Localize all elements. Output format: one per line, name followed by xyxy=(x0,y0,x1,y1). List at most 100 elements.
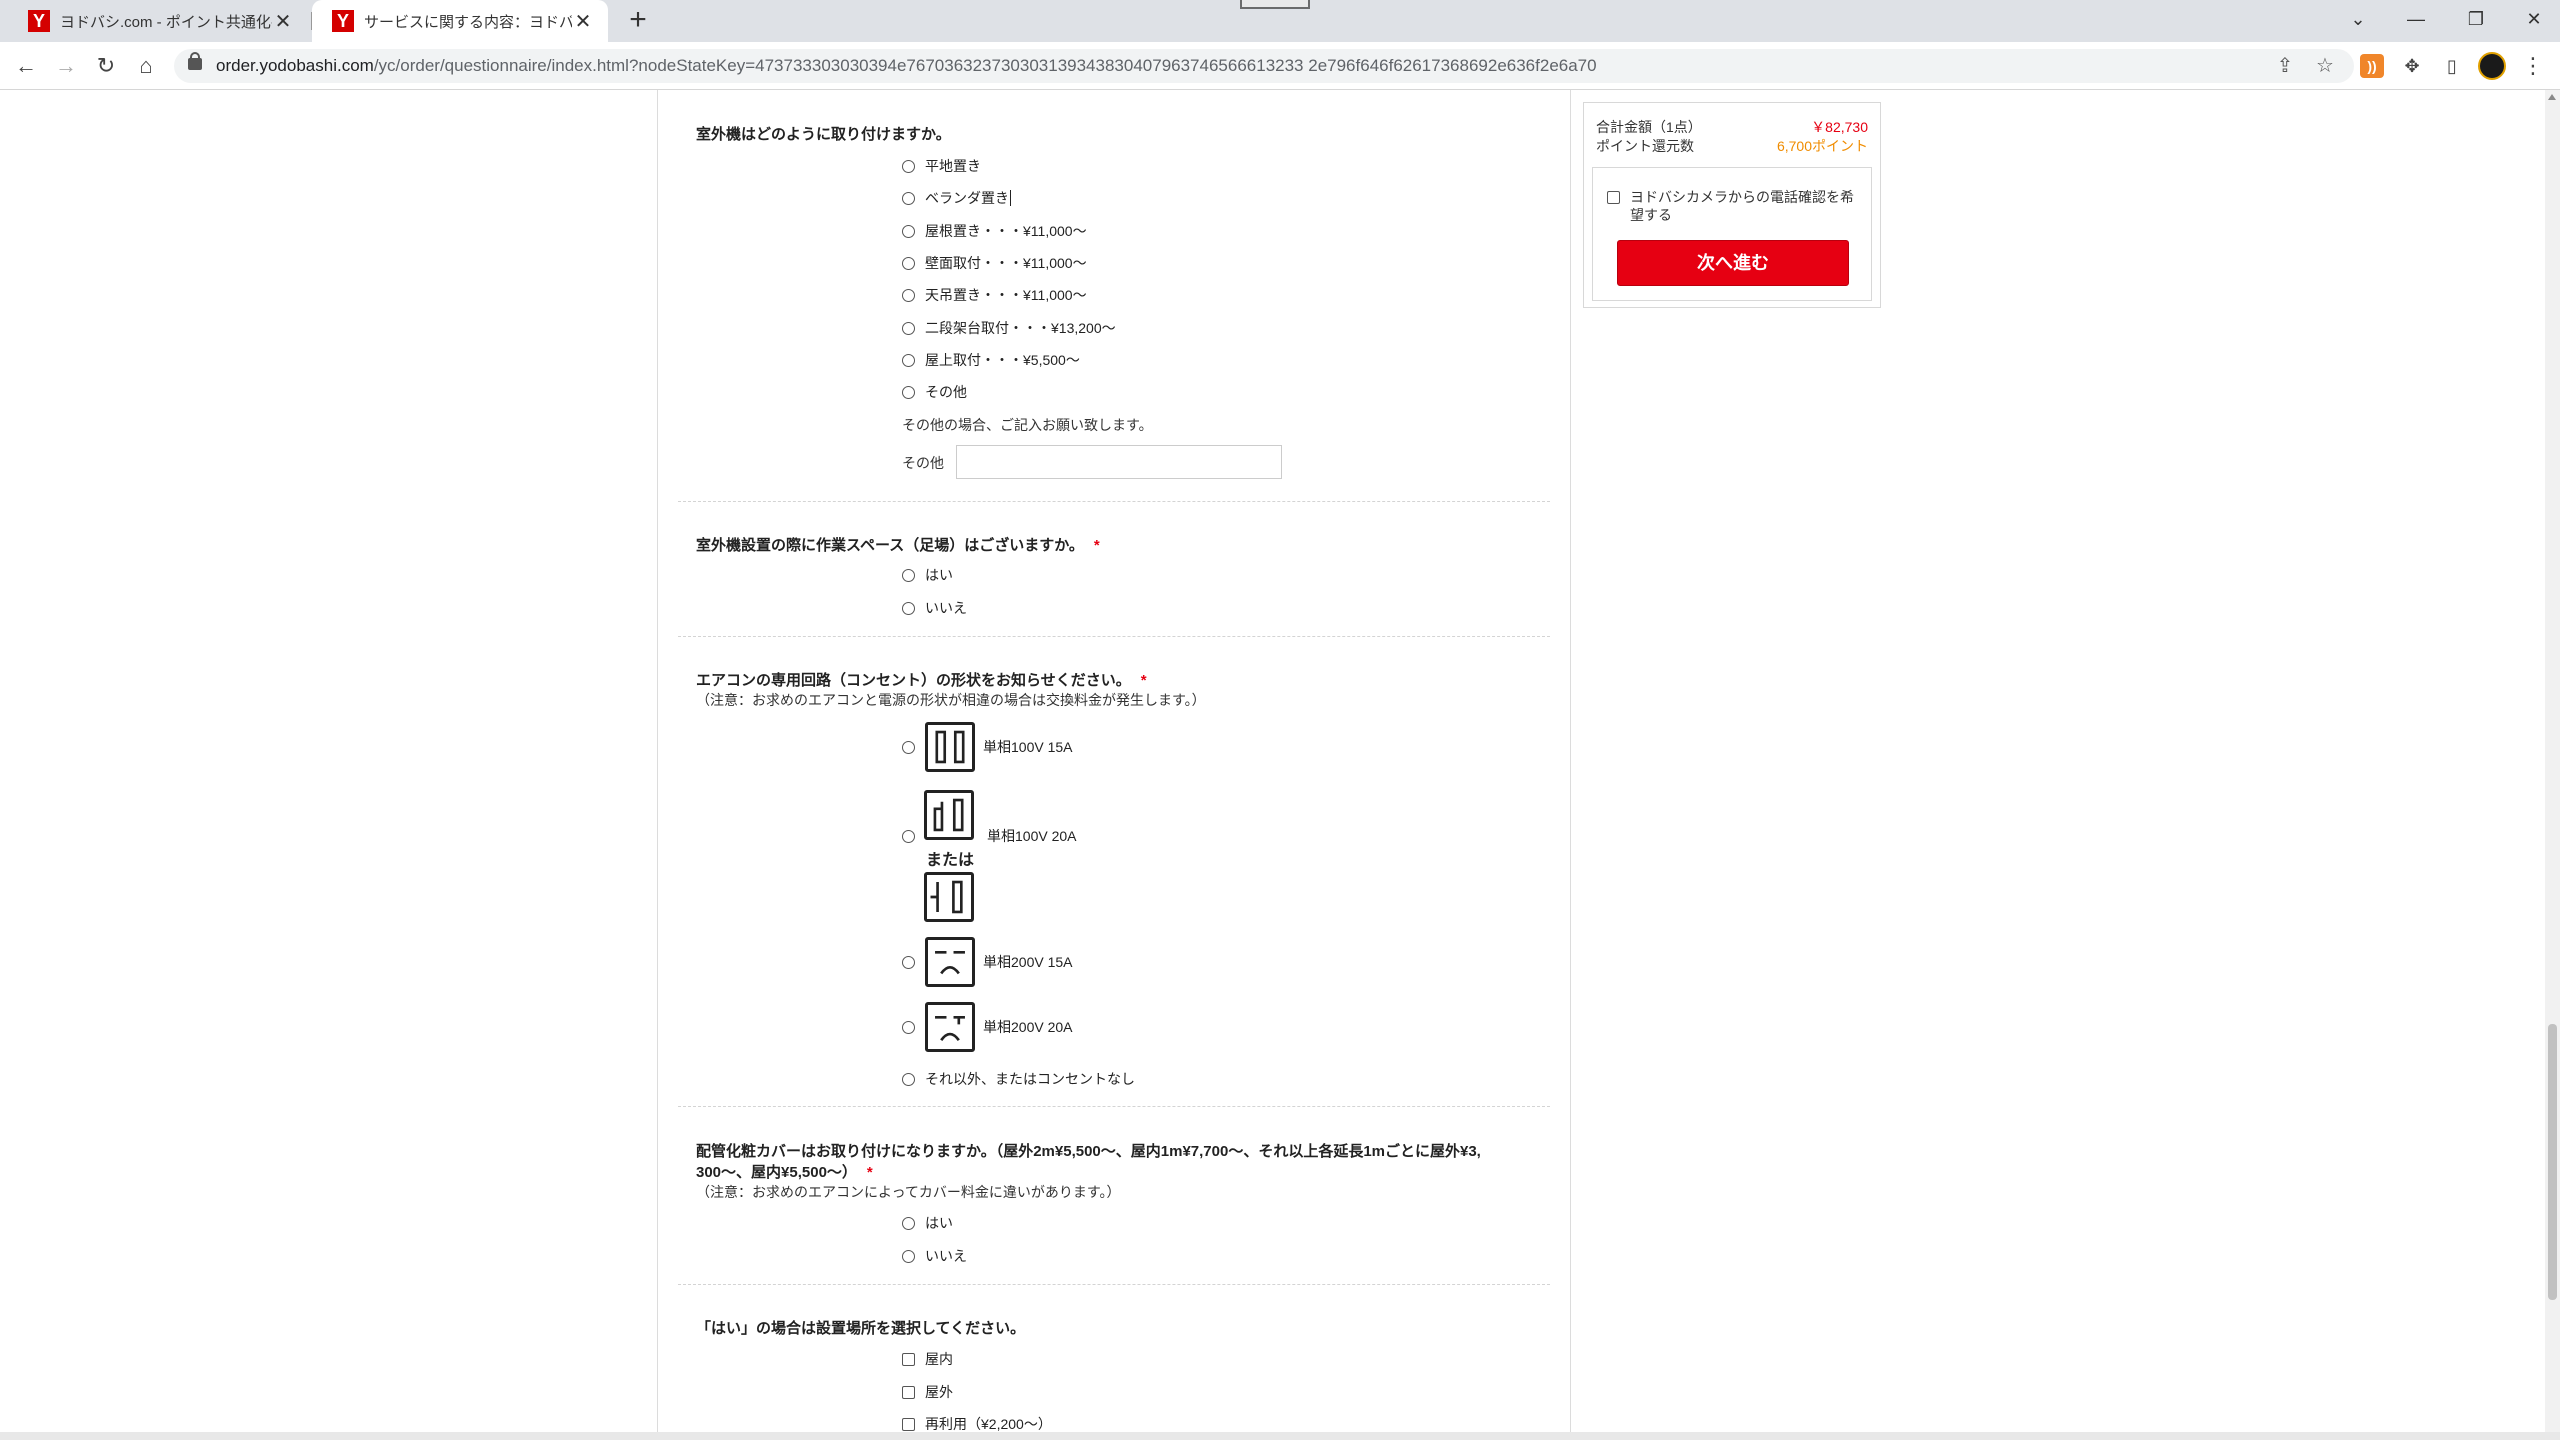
q4-note: （注意：お求めのエアコンによってカバー料金に違いがあります。） xyxy=(696,1184,1121,1200)
scroll-up-icon[interactable] xyxy=(2548,94,2556,100)
phone-confirm-option[interactable]: ヨドバシカメラからの電話確認を希望する xyxy=(1607,188,1865,224)
radio[interactable] xyxy=(902,1020,915,1034)
radio[interactable] xyxy=(902,1249,915,1263)
radio[interactable] xyxy=(902,353,915,367)
next-button[interactable]: 次へ進む xyxy=(1617,240,1849,286)
q5-option[interactable]: 屋内 xyxy=(902,1348,953,1370)
radio[interactable] xyxy=(902,829,915,843)
questionnaire-column: 室外機はどのように取り付けますか。 平地置き ベランダ置き 屋根置き・・・¥11… xyxy=(657,90,1571,1440)
total-row: 合計金額（1点） ￥82,730 xyxy=(1596,117,1868,137)
q1-option[interactable]: 屋根置き・・・¥11,000～ xyxy=(902,220,1087,242)
radio[interactable] xyxy=(902,1072,915,1086)
radio[interactable] xyxy=(902,288,915,302)
profile-avatar[interactable] xyxy=(2478,52,2506,80)
q1-option[interactable]: 天吊置き・・・¥11,000～ xyxy=(902,284,1087,306)
outlet-200v-20a-icon xyxy=(925,1002,975,1052)
radio[interactable] xyxy=(902,224,915,238)
extensions-puzzle-icon[interactable]: ✥ xyxy=(2400,54,2424,78)
tab-points[interactable]: Y ヨドバシ.com - ポイント共通化手続き ✕ xyxy=(8,0,308,42)
phone-confirm-checkbox[interactable] xyxy=(1607,191,1620,204)
tab-service[interactable]: Y サービスに関する内容：ヨドバシ.ドットコム ✕ xyxy=(312,0,608,42)
checkbox[interactable] xyxy=(902,1385,915,1399)
q1-option[interactable]: ベランダ置き xyxy=(902,187,1011,209)
checkout-box: ヨドバシカメラからの電話確認を希望する 次へ進む xyxy=(1592,167,1872,301)
points-row: ポイント還元数 6,700ポイント xyxy=(1596,136,1868,156)
q4-title-line2: 300～、屋内¥5,500～） * xyxy=(696,1164,873,1181)
phone-confirm-label: ヨドバシカメラからの電話確認を希望する xyxy=(1630,189,1854,223)
q3-option[interactable]: 単相100V 20A xyxy=(902,826,1077,846)
q4-option[interactable]: はい xyxy=(902,1212,953,1234)
share-icon[interactable]: ⇪ xyxy=(2274,55,2296,77)
total-label: 合計金額（1点） xyxy=(1596,119,1702,135)
q1-option[interactable]: 壁面取付・・・¥11,000～ xyxy=(902,252,1087,274)
close-icon[interactable]: ✕ xyxy=(272,9,294,34)
checkbox[interactable] xyxy=(902,1417,915,1431)
window-drag-handle[interactable] xyxy=(1240,0,1310,9)
horizontal-scrollbar[interactable] xyxy=(0,1432,2560,1440)
page-viewport: 室外機はどのように取り付けますか。 平地置き ベランダ置き 屋根置き・・・¥11… xyxy=(0,90,2545,1440)
radio[interactable] xyxy=(902,321,915,335)
browser-menu-icon[interactable]: ⋮ xyxy=(2522,52,2544,80)
close-window-button[interactable]: ✕ xyxy=(2504,0,2560,38)
radio[interactable] xyxy=(902,601,915,615)
browser-toolbar: ← → ↻ ⌂ order.yodobashi.com/yc/order/que… xyxy=(0,42,2560,90)
tab-title: サービスに関する内容：ヨドバシ.ドットコム xyxy=(364,13,572,31)
home-icon[interactable]: ⌂ xyxy=(130,50,162,82)
q1-other-input[interactable] xyxy=(956,445,1282,479)
q5-option[interactable]: 屋外 xyxy=(902,1381,953,1403)
q3-option[interactable]: 単相100V 15A xyxy=(902,722,1073,772)
points-label: ポイント還元数 xyxy=(1596,138,1694,154)
divider xyxy=(678,501,1550,502)
divider xyxy=(678,1106,1550,1107)
outlet-100v-15a-icon xyxy=(925,722,975,772)
lock-icon xyxy=(188,52,202,70)
restore-button[interactable]: ❐ xyxy=(2446,0,2506,38)
radio[interactable] xyxy=(902,256,915,270)
radio[interactable] xyxy=(902,385,915,399)
q3-option[interactable]: 単相200V 20A xyxy=(902,1002,1073,1052)
q5-title: 「はい」の場合は設置場所を選択してください。 xyxy=(696,1320,1026,1337)
radio[interactable] xyxy=(902,740,915,754)
forward-icon[interactable]: → xyxy=(50,50,82,82)
mataha-label: または xyxy=(926,852,975,869)
q3-option[interactable]: それ以外、またはコンセントなし xyxy=(902,1068,1135,1090)
yodobashi-favicon-icon: Y xyxy=(28,10,50,32)
yodobashi-favicon-icon: Y xyxy=(332,10,354,32)
side-panel-icon[interactable]: ▯ xyxy=(2440,54,2464,78)
q1-option[interactable]: その他 xyxy=(902,381,967,403)
q2-option[interactable]: いいえ xyxy=(902,597,967,619)
q1-option[interactable]: 二段架台取付・・・¥13,200～ xyxy=(902,317,1116,339)
address-bar[interactable]: order.yodobashi.com/yc/order/questionnai… xyxy=(174,49,2354,83)
outlet-100v-20a-alt-icon xyxy=(924,872,974,922)
radio[interactable] xyxy=(902,568,915,582)
q1-title: 室外機はどのように取り付けますか。 xyxy=(696,126,951,143)
q1-option[interactable]: 平地置き xyxy=(902,155,981,177)
vertical-scrollbar[interactable] xyxy=(2545,90,2560,1440)
radio[interactable] xyxy=(902,159,915,173)
points-value: 6,700ポイント xyxy=(1776,138,1868,154)
tab-title: ヨドバシ.com - ポイント共通化手続き xyxy=(60,13,272,31)
q3-title: エアコンの専用回路（コンセント）の形状をお知らせください。 * xyxy=(696,672,1147,689)
tab-search-icon[interactable]: ⌄ xyxy=(2328,0,2388,38)
q2-option[interactable]: はい xyxy=(902,564,953,586)
bookmark-star-icon[interactable]: ☆ xyxy=(2314,55,2336,77)
radio[interactable] xyxy=(902,1216,915,1230)
q3-option[interactable]: 単相200V 15A xyxy=(902,937,1073,987)
back-icon[interactable]: ← xyxy=(10,50,42,82)
divider xyxy=(678,1284,1550,1285)
radio[interactable] xyxy=(902,191,915,205)
order-summary: 合計金額（1点） ￥82,730 ポイント還元数 6,700ポイント ヨドバシカ… xyxy=(1583,102,1881,308)
new-tab-button[interactable]: + xyxy=(622,5,654,37)
scroll-thumb[interactable] xyxy=(2548,1024,2557,1300)
text-cursor xyxy=(1010,190,1011,206)
checkbox[interactable] xyxy=(902,1352,915,1366)
reload-icon[interactable]: ↻ xyxy=(90,50,122,82)
q1-option[interactable]: 屋上取付・・・¥5,500～ xyxy=(902,349,1080,371)
total-value: ￥82,730 xyxy=(1811,119,1868,135)
close-icon[interactable]: ✕ xyxy=(572,9,594,34)
q4-option[interactable]: いいえ xyxy=(902,1245,967,1267)
divider xyxy=(678,636,1550,637)
rss-extension-icon[interactable]: )) xyxy=(2360,54,2384,78)
radio[interactable] xyxy=(902,955,915,969)
minimize-button[interactable]: — xyxy=(2386,0,2446,38)
